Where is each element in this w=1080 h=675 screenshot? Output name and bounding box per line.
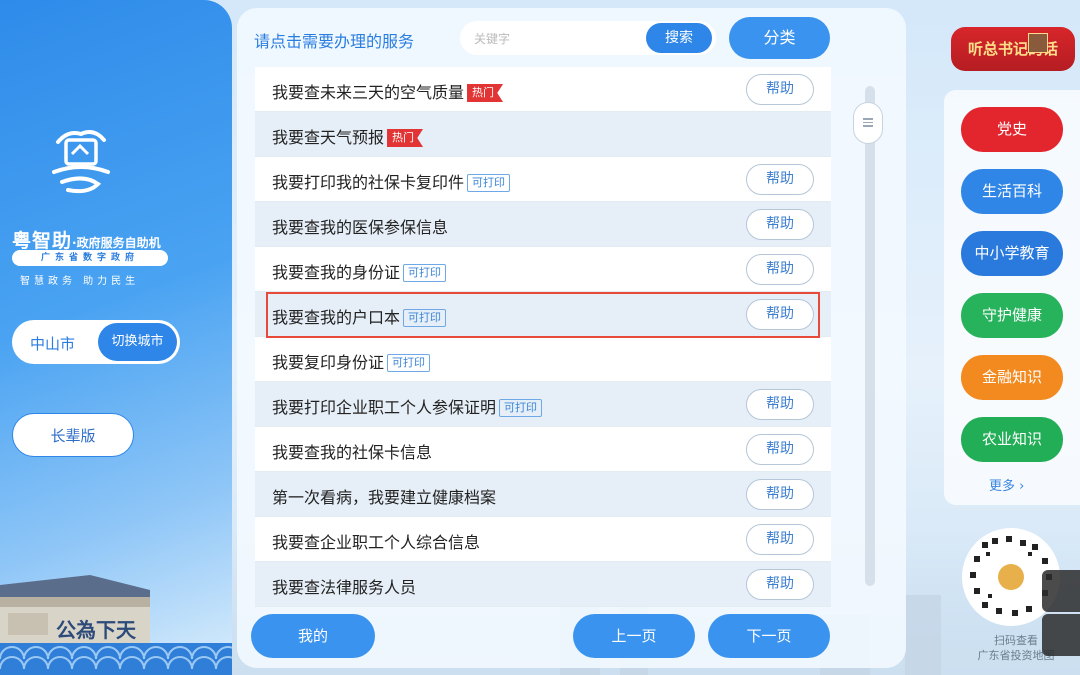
service-prompt: 请点击需要办理的服务 [254, 32, 415, 51]
service-row[interactable]: 我要查未来三天的空气质量 热门 帮助 [255, 67, 831, 112]
service-row[interactable]: 我要查企业职工个人综合信息 帮助 [255, 517, 831, 562]
printable-tag: 可打印 [387, 354, 431, 372]
city-selector: 中山市 切换城市 [12, 320, 180, 364]
help-button[interactable]: 帮助 [746, 479, 814, 510]
service-text: 我要打印企业职工个人参保证明 [272, 398, 497, 417]
category-panel: 党史生活百科中小学教育守护健康金融知识农业知识 更多 › [944, 90, 1080, 505]
service-label: 我要复印身份证 可打印 [272, 349, 431, 373]
service-text: 我要查天气预报 [272, 128, 385, 147]
service-label: 我要查我的户口本 可打印 [272, 304, 447, 328]
hot-tag: 热门 [387, 129, 424, 147]
scrollbar-thumb[interactable] [853, 102, 883, 144]
category-item-button[interactable]: 生活百科 [961, 169, 1063, 214]
service-label: 我要查我的社保卡信息 [272, 439, 432, 463]
service-text: 我要复印身份证 [272, 353, 385, 372]
qr-logo-icon [998, 564, 1024, 590]
category-item-button[interactable]: 守护健康 [961, 293, 1063, 338]
service-row[interactable]: 我要查我的社保卡信息 帮助 [255, 427, 831, 472]
elder-mode-button[interactable]: 长辈版 [12, 413, 134, 457]
service-label: 我要查我的医保参保信息 [272, 214, 448, 238]
service-text: 我要查法律服务人员 [272, 578, 417, 597]
more-link[interactable]: 更多 › [989, 475, 1024, 494]
service-label: 我要查企业职工个人综合信息 [272, 529, 480, 553]
prev-page-button[interactable]: 上一页 [573, 614, 695, 658]
mine-button[interactable]: 我的 [251, 614, 375, 658]
service-row[interactable]: 我要查天气预报 热门 [255, 112, 831, 157]
help-button[interactable]: 帮助 [746, 524, 814, 555]
service-text: 我要查我的身份证 [272, 263, 401, 282]
help-button[interactable]: 帮助 [746, 569, 814, 600]
service-text: 我要查我的社保卡信息 [272, 443, 433, 462]
printable-tag: 可打印 [403, 309, 447, 327]
service-row[interactable]: 我要打印企业职工个人参保证明 可打印 帮助 [255, 382, 831, 427]
printable-tag: 可打印 [403, 264, 447, 282]
svg-text:公為下天: 公為下天 [56, 618, 137, 642]
service-row[interactable]: 我要查我的医保参保信息 帮助 [255, 202, 831, 247]
wave-decoration [0, 643, 232, 675]
service-row[interactable]: 第一次看病，我要建立健康档案 帮助 [255, 472, 831, 517]
help-button[interactable]: 帮助 [746, 389, 814, 420]
slogan: 智慧政务 助力民生 [20, 276, 140, 287]
category-item-button[interactable]: 中小学教育 [961, 231, 1063, 276]
service-label: 第一次看病，我要建立健康档案 [272, 484, 496, 508]
search-bar: 搜索 [460, 21, 716, 55]
printable-tag: 可打印 [467, 174, 511, 192]
service-row[interactable]: 我要打印我的社保卡复印件 可打印 帮助 [255, 157, 831, 202]
search-button[interactable]: 搜索 [646, 23, 712, 53]
service-panel: 请点击需要办理的服务 搜索 分类 我要查未来三天的空气质量热门帮助我要查天气预报… [237, 8, 906, 668]
service-list: 我要查未来三天的空气质量 热门 帮助 我要查天气预报 热门 我要打印我的社保卡复印件 可打印… [255, 67, 831, 607]
service-label: 我要查未来三天的空气质量 热门 [272, 79, 504, 103]
brand-title: 粤智助·政府服务自助机 [12, 230, 161, 252]
grip-icon [863, 118, 873, 129]
speech-button[interactable]: 听总书记的话 [951, 27, 1075, 71]
service-row[interactable]: 我要复印身份证 可打印 [255, 337, 831, 382]
category-item-button[interactable]: 党史 [961, 107, 1063, 152]
category-item-button[interactable]: 金融知识 [961, 355, 1063, 400]
switch-city-button[interactable]: 切换城市 [98, 323, 177, 361]
service-row[interactable]: 我要查我的身份证 可打印 帮助 [255, 247, 831, 292]
category-button[interactable]: 分类 [729, 17, 830, 59]
help-button[interactable]: 帮助 [746, 164, 814, 195]
help-button[interactable]: 帮助 [746, 434, 814, 465]
next-page-button[interactable]: 下一页 [708, 614, 830, 658]
scrollbar-track[interactable] [865, 86, 875, 586]
service-label: 我要打印我的社保卡复印件 可打印 [272, 169, 511, 193]
help-button[interactable]: 帮助 [746, 254, 814, 285]
service-row[interactable]: 我要查我的户口本 可打印 帮助 [255, 292, 831, 337]
help-button[interactable]: 帮助 [746, 299, 814, 330]
side-tool-icon[interactable] [1042, 570, 1080, 612]
service-label: 我要查我的身份证 可打印 [272, 259, 447, 283]
gov-badge: 广东省数字政府 [12, 250, 168, 266]
left-panel: 粤智助·政府服务自助机 广东省数字政府 智慧政务 助力民生 中山市 切换城市 长… [0, 0, 232, 675]
search-input[interactable] [472, 27, 636, 51]
printable-tag: 可打印 [499, 399, 543, 417]
service-text: 我要查未来三天的空气质量 [272, 83, 465, 102]
help-button[interactable]: 帮助 [746, 74, 814, 105]
side-tool-icon[interactable] [1042, 614, 1080, 656]
service-row[interactable]: 我要查法律服务人员 帮助 [255, 562, 831, 607]
service-text: 第一次看病，我要建立健康档案 [272, 488, 497, 507]
service-text: 我要打印我的社保卡复印件 [272, 173, 465, 192]
category-item-button[interactable]: 农业知识 [961, 417, 1063, 462]
help-button[interactable]: 帮助 [746, 209, 814, 240]
current-city: 中山市 [30, 335, 76, 353]
service-text: 我要查企业职工个人综合信息 [272, 533, 481, 552]
service-text: 我要查我的户口本 [272, 308, 401, 327]
portrait-icon [1028, 33, 1048, 53]
yue-logo-icon [52, 130, 110, 194]
service-text: 我要查我的医保参保信息 [272, 218, 449, 237]
hot-tag: 热门 [467, 84, 504, 102]
service-label: 我要查法律服务人员 [272, 574, 416, 598]
service-label: 我要打印企业职工个人参保证明 可打印 [272, 394, 543, 418]
service-label: 我要查天气预报 热门 [272, 124, 424, 148]
